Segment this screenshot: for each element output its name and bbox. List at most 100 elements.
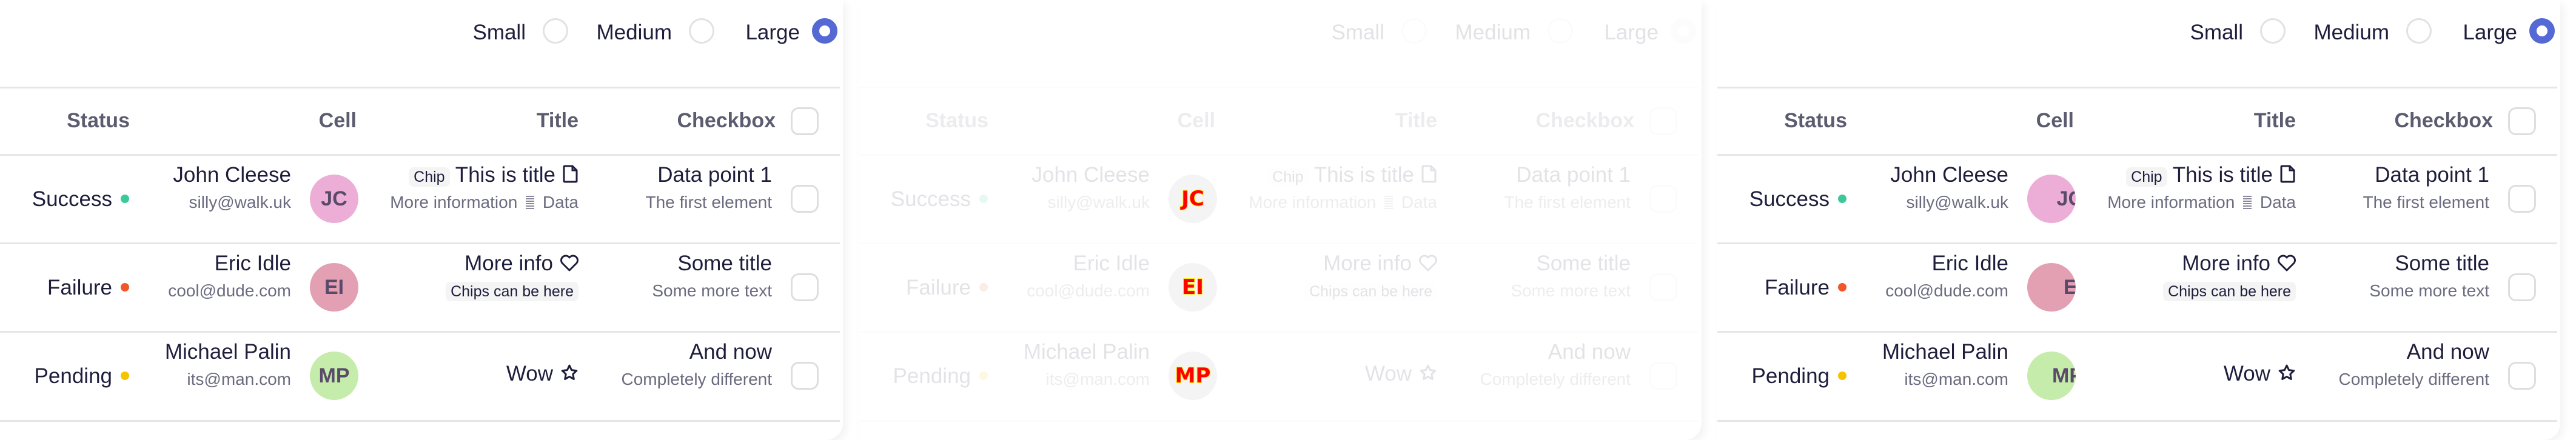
row-checkbox[interactable] [2508,185,2536,213]
status-dot [1838,372,1846,380]
title: More info [2182,252,2270,275]
radio-small[interactable] [2260,18,2286,44]
name: Eric Idle [214,252,291,275]
title-line: Chip This is title [2126,163,2296,188]
row-checkbox[interactable] [1649,185,1677,213]
data-title: Data point 1 [2375,163,2489,187]
status-label: Success [32,187,112,211]
avatar: JC [310,175,358,223]
header-checkbox[interactable]: Checkbox [677,109,776,133]
document-icon [1421,164,1437,188]
header-status[interactable]: Status [1784,109,1847,133]
header-title[interactable]: Title [2254,109,2296,133]
radio-label-small: Small [1331,21,1384,44]
bars-icon [2243,194,2252,213]
divider [859,87,1699,88]
select-all-checkbox[interactable] [1649,107,1677,135]
name: Michael Palin [1023,340,1150,364]
name: John Cleese [1031,163,1150,187]
avatar: JC [2027,175,2076,223]
chip: Chips can be here [1304,282,1437,301]
data-title: And now [2406,340,2489,364]
select-all-checkbox[interactable] [791,107,819,135]
table-row[interactable]: Failure Eric Idle cool@dude.com EI More … [1717,243,2557,332]
radio-label-medium: Medium [1455,21,1531,44]
title: More info [465,252,553,275]
radio-large[interactable] [812,18,837,44]
table-row[interactable]: Success John Cleese silly@walk.uk JC Chi… [1717,155,2557,243]
status-dot [1838,283,1846,292]
row-checkbox[interactable] [791,273,819,301]
avatar: MP [2027,352,2076,400]
radio-medium[interactable] [689,18,714,44]
radio-small[interactable] [1401,18,1427,44]
title-line: Wow [2224,362,2296,387]
radio-label-medium: Medium [596,21,672,44]
status-label: Pending [34,364,112,388]
status-dot [979,283,988,292]
header-checkbox[interactable]: Checkbox [1536,109,1635,133]
name: Michael Palin [1882,340,2008,364]
chip: Chips can be here [446,282,579,301]
row-checkbox[interactable] [1649,362,1677,390]
data-title: Data point 1 [657,163,772,187]
email: silly@walk.uk [1906,193,2008,212]
data-subtitle: Some more text [652,281,772,300]
avatar: MP [1169,352,1217,400]
chip: Chip [409,167,450,187]
data-title: Some title [677,252,772,275]
email: silly@walk.uk [1047,193,1150,212]
header-title[interactable]: Title [1395,109,1437,133]
row-checkbox[interactable] [791,362,819,390]
subtitle-line: More information Data [390,193,579,213]
header-cell[interactable]: Cell [1178,109,1215,133]
status-dot [121,195,129,203]
radio-large[interactable] [2529,18,2555,44]
title: This is title [455,163,555,187]
table-row[interactable]: Success John Cleese silly@walk.uk JC Chi… [859,155,1699,243]
status-dot [121,283,129,292]
radio-small[interactable] [543,18,568,44]
radio-medium[interactable] [2406,18,2432,44]
table-row[interactable]: Pending Michael Palin its@man.com MP Wow… [859,332,1699,420]
table-panel: Small Medium Large Status Cell Title Che… [1717,0,2560,440]
data-subtitle: The first element [1504,193,1631,212]
data-subtitle: Completely different [1480,370,1631,388]
subtitle-line: Chips can be here [1304,281,1437,301]
header-status[interactable]: Status [67,109,130,133]
table-row[interactable]: Failure Eric Idle cool@dude.com EI More … [859,243,1699,332]
title-line: More info [2182,252,2296,277]
email: its@man.com [1045,370,1150,388]
row-checkbox[interactable] [1649,273,1677,301]
name: John Cleese [1890,163,2008,187]
heart-icon [1419,253,1437,277]
row-checkbox[interactable] [2508,273,2536,301]
header-checkbox[interactable]: Checkbox [2395,109,2494,133]
divider [0,420,840,422]
status-label: Pending [1751,364,1830,388]
subtitle-line: Chips can be here [2163,281,2296,301]
header-cell[interactable]: Cell [2036,109,2074,133]
avatar-initials: JC [1181,186,1205,212]
row-checkbox[interactable] [2508,362,2536,390]
subtitle-right: Data [1401,193,1437,212]
header-title[interactable]: Title [537,109,579,133]
table-row[interactable]: Failure Eric Idle cool@dude.com EI More … [0,243,840,332]
status-dot [1838,195,1846,203]
row-checkbox[interactable] [791,185,819,213]
select-all-checkbox[interactable] [2508,107,2536,135]
header-status[interactable]: Status [925,109,988,133]
data-title: And now [1548,340,1631,364]
data-title: And now [689,340,772,364]
table-row[interactable]: Pending Michael Palin its@man.com MP Wow… [0,332,840,420]
status-dot [979,195,988,203]
radio-medium[interactable] [1548,18,1573,44]
heart-icon [560,253,579,277]
data-subtitle: Completely different [621,370,773,388]
header-cell[interactable]: Cell [319,109,357,133]
title: Wow [506,362,553,385]
table-row[interactable]: Pending Michael Palin its@man.com MP Wow… [1717,332,2557,420]
star-icon [560,363,579,387]
table-row[interactable]: Success John Cleese silly@walk.uk JC Chi… [0,155,840,243]
radio-large[interactable] [1671,18,1696,44]
